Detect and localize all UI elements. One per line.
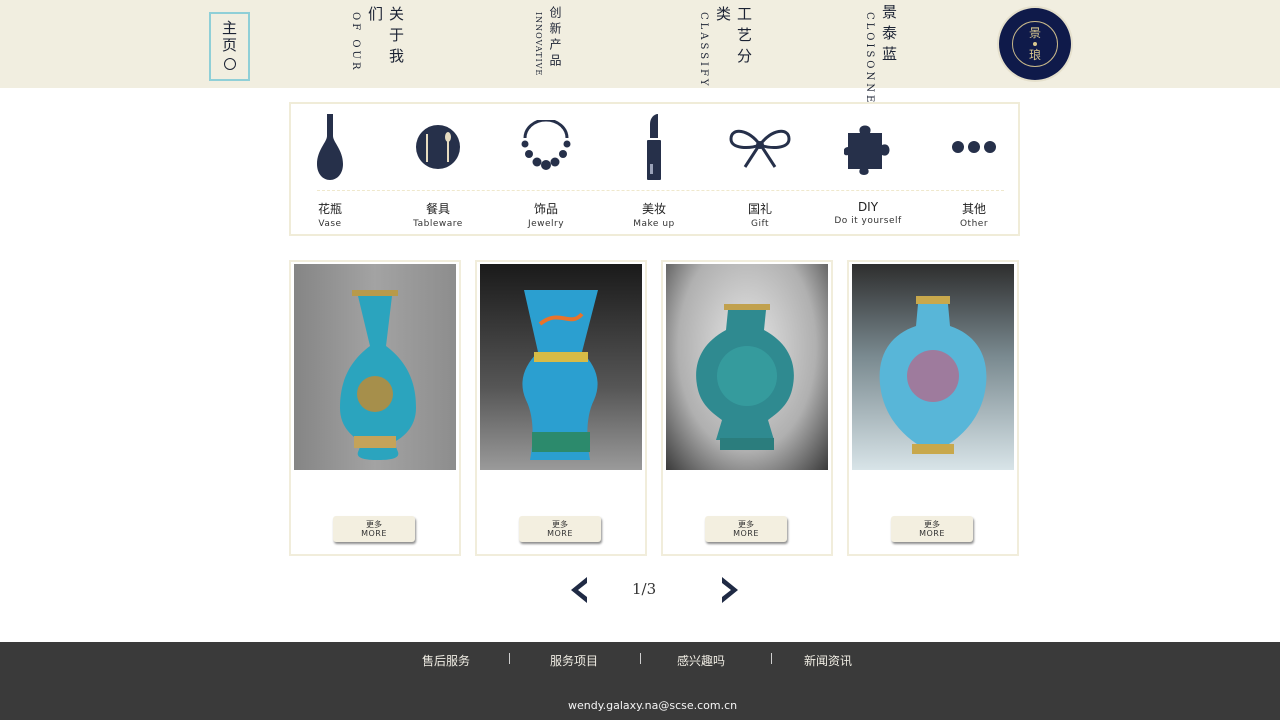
brand-logo-bottom-char: 琅 <box>1028 48 1041 62</box>
more-button-en: MORE <box>733 528 759 538</box>
necklace-icon <box>511 110 581 184</box>
more-button-zh: 更多 <box>366 519 382 529</box>
category-tableware-en: Tableware <box>413 219 463 229</box>
logo-dot-icon <box>1033 42 1037 46</box>
nav-item-classify-zh: 工艺分类 <box>714 6 753 69</box>
nav-item-about-en: OF OUR <box>350 12 361 73</box>
category-jewelry[interactable]: 饰品 Jewelry <box>501 110 591 234</box>
footer-divider <box>509 653 510 664</box>
nav-item-innovative[interactable]: INNOVATIVE 创新产品 <box>534 6 564 86</box>
category-gift-en: Gift <box>750 219 769 229</box>
category-bar: 花瓶 Vase 餐具 Tableware 饰品 Jewelry 美妆 Make … <box>289 102 1020 236</box>
nav-item-about-zh: 关于我们 <box>366 6 405 69</box>
circle-icon <box>223 58 236 70</box>
more-button-en: MORE <box>547 528 573 538</box>
next-page-button[interactable] <box>714 575 744 605</box>
category-makeup[interactable]: 美妆 Make up <box>609 110 699 234</box>
more-dots-icon <box>939 110 1009 184</box>
vase-icon <box>295 110 365 184</box>
product-card: 更多 MORE <box>661 260 833 556</box>
bow-icon <box>725 110 795 184</box>
chevron-left-icon <box>571 577 587 603</box>
nav-home[interactable]: 主页 <box>209 12 250 81</box>
product-image-vase-3[interactable] <box>666 264 828 470</box>
nav-item-innovative-zh: 创新产品 <box>548 6 562 70</box>
nav-home-label: 主页 <box>220 20 238 54</box>
nav-item-cloisonne[interactable]: CLOISONNE 景泰蓝 <box>864 4 900 106</box>
category-diy-en: Do it yourself <box>834 216 902 226</box>
category-tableware[interactable]: 餐具 Tableware <box>393 110 483 234</box>
brand-logo[interactable]: 景 琅 <box>999 8 1071 80</box>
brand-logo-seal: 景 琅 <box>1012 21 1058 67</box>
footer-link-news[interactable]: 新闻资讯 <box>804 652 852 669</box>
product-card: 更多 MORE <box>847 260 1019 556</box>
more-button[interactable]: 更多 MORE <box>519 516 601 542</box>
nav-item-innovative-en: INNOVATIVE <box>534 12 543 77</box>
category-other-zh: 其他 <box>961 202 986 216</box>
product-card: 更多 MORE <box>475 260 647 556</box>
footer: 售后服务 服务项目 感兴趣吗 新闻资讯 wendy.galaxy.na@scse… <box>0 642 1280 720</box>
more-button-zh: 更多 <box>552 519 568 529</box>
brand-logo-top-char: 景 <box>1028 26 1041 40</box>
category-vase-en: Vase <box>318 219 342 229</box>
chevron-right-icon <box>722 577 738 603</box>
footer-link-after-sales[interactable]: 售后服务 <box>422 652 470 669</box>
more-button-zh: 更多 <box>738 519 754 529</box>
footer-divider <box>640 653 641 664</box>
category-gift[interactable]: 国礼 Gift <box>715 110 805 234</box>
footer-link-interested[interactable]: 感兴趣吗 <box>677 652 725 669</box>
product-card: 更多 MORE <box>289 260 461 556</box>
more-button-en: MORE <box>361 528 387 538</box>
category-makeup-en: Make up <box>633 219 675 229</box>
nav-item-about[interactable]: OF OUR 关于我们 <box>350 6 407 86</box>
more-button[interactable]: 更多 MORE <box>705 516 787 542</box>
prev-page-button[interactable] <box>565 575 595 605</box>
category-diy[interactable]: DIY Do it yourself <box>823 110 913 234</box>
category-gift-zh: 国礼 <box>747 202 772 216</box>
nav-item-classify-en: CLASSIFY <box>698 12 709 89</box>
puzzle-icon <box>833 110 903 184</box>
more-button-en: MORE <box>919 528 945 538</box>
more-button-zh: 更多 <box>924 519 940 529</box>
nav-item-cloisonne-en: CLOISONNE <box>864 12 875 106</box>
more-button[interactable]: 更多 MORE <box>333 516 415 542</box>
lipstick-icon <box>619 110 689 184</box>
page-indicator: 1/3 <box>632 580 657 598</box>
product-image-vase-1[interactable] <box>294 264 456 470</box>
category-jewelry-en: Jewelry <box>527 219 565 229</box>
top-navigation: 主页 OF OUR 关于我们 INNOVATIVE 创新产品 CLASSIFY … <box>0 0 1280 106</box>
footer-link-services[interactable]: 服务项目 <box>550 652 598 669</box>
category-makeup-zh: 美妆 <box>641 202 666 216</box>
category-other-en: Other <box>959 219 989 229</box>
footer-email[interactable]: wendy.galaxy.na@scse.com.cn <box>568 699 737 712</box>
footer-divider <box>771 653 772 664</box>
nav-item-cloisonne-zh: 景泰蓝 <box>880 4 898 67</box>
category-diy-zh: DIY <box>857 200 879 214</box>
category-vase[interactable]: 花瓶 Vase <box>285 110 375 234</box>
category-other[interactable]: 其他 Other <box>929 110 1019 234</box>
category-vase-zh: 花瓶 <box>317 202 342 216</box>
more-button[interactable]: 更多 MORE <box>891 516 973 542</box>
plate-cutlery-icon <box>403 110 473 184</box>
category-tableware-zh: 餐具 <box>425 202 450 216</box>
category-jewelry-zh: 饰品 <box>533 202 558 216</box>
nav-item-classify[interactable]: CLASSIFY 工艺分类 <box>698 6 755 89</box>
product-image-vase-4[interactable] <box>852 264 1014 470</box>
product-image-vase-2[interactable] <box>480 264 642 470</box>
